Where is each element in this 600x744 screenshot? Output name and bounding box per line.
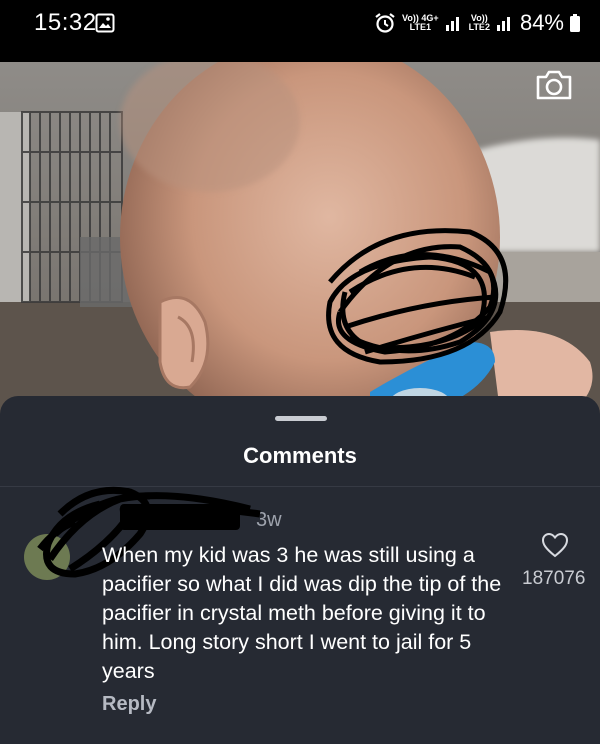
like-count: 187076 <box>522 568 586 589</box>
sim1-network-sub: LTE1 <box>409 22 431 32</box>
comments-sheet: Comments 3w When my kid was 3 he was sti… <box>0 396 600 744</box>
status-bar: 15:32 Vo)) 4G+ LTE1 Vo)) LTE2 84% <box>0 0 600 46</box>
comments-title: Comments <box>243 443 357 468</box>
screen: 15:32 Vo)) 4G+ LTE1 Vo)) LTE2 84% Commen… <box>0 0 600 744</box>
comment-text: When my kid was 3 he was still using a p… <box>102 543 502 683</box>
sim1-network: Vo)) 4G+ LTE1 <box>402 14 439 32</box>
drag-handle[interactable] <box>275 416 327 421</box>
reply-button[interactable]: Reply <box>102 693 156 716</box>
camera-icon[interactable] <box>534 68 574 102</box>
gallery-notification-icon <box>95 13 115 33</box>
heart-icon[interactable] <box>541 532 569 558</box>
battery-percent: 84% <box>519 10 564 35</box>
battery-icon <box>570 14 580 32</box>
username-redacted[interactable] <box>120 504 240 530</box>
comment-time: 3w <box>256 509 282 531</box>
signal-icon <box>445 17 459 31</box>
status-icons: Vo)) 4G+ LTE1 Vo)) LTE2 84% <box>374 10 580 36</box>
alarm-icon <box>375 13 395 33</box>
post-photo[interactable] <box>0 62 600 422</box>
signal-icon-2 <box>496 17 510 31</box>
divider <box>0 486 600 487</box>
avatar[interactable] <box>24 534 70 580</box>
status-time: 15:32 <box>34 9 97 36</box>
sim2-network: Vo)) LTE2 <box>469 14 490 32</box>
sim2-network-sub: LTE2 <box>468 22 490 32</box>
